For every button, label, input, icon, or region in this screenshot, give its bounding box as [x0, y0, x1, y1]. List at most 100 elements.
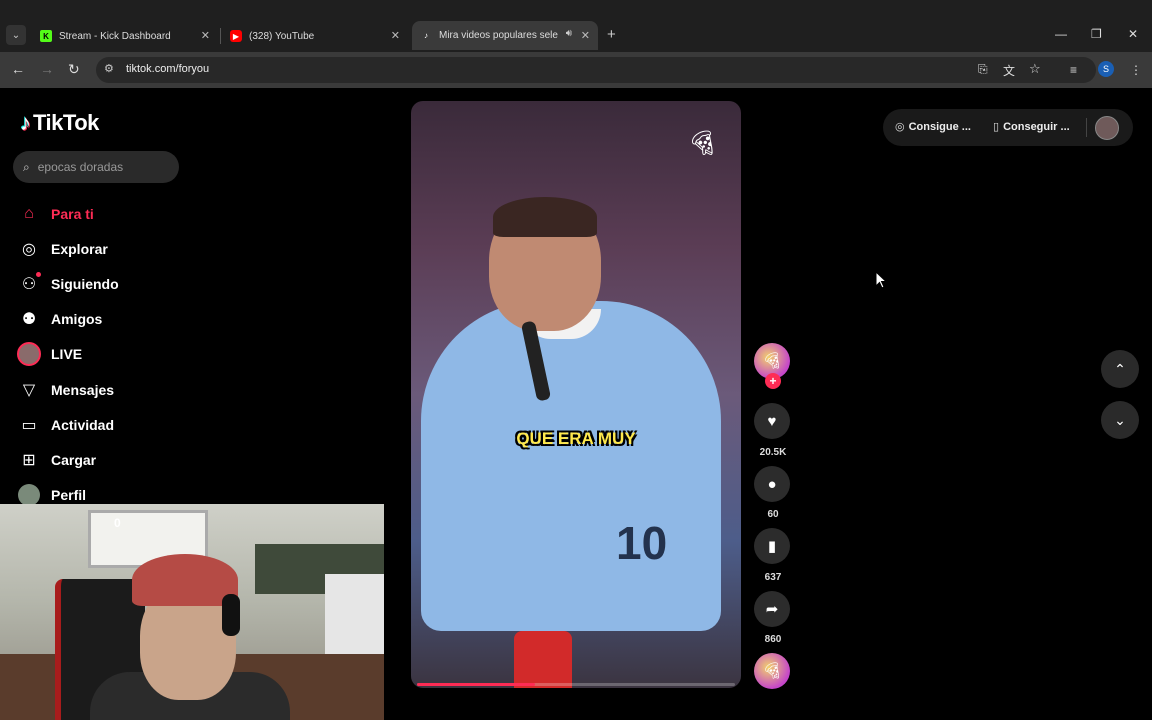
close-window-icon[interactable]: ✕ [1128, 27, 1138, 41]
music-disc-icon[interactable]: 🍕︎ [754, 653, 790, 689]
sidebar-item-siguiendo[interactable]: ⚇ Siguiendo [16, 266, 119, 301]
install-app-icon[interactable]: ⎘ [978, 62, 988, 77]
browser-toolbar: ← → ↻ ⚙ tiktok.com/foryou ⎘ 文 ☆ ≡ ⋮ [0, 52, 1152, 88]
activity-icon: ▭ [21, 416, 37, 434]
following-icon: ⚇ [16, 271, 42, 294]
search-bar[interactable]: ⌕ [13, 151, 179, 183]
get-coins-button[interactable]: ◎ Consigue ... [895, 120, 971, 134]
sidebar-item-cargar[interactable]: ⊞ Cargar [16, 442, 119, 477]
sidebar-item-label: Cargar [51, 451, 97, 468]
tab-tiktok[interactable]: ♪ Mira videos populares sele 🔊︎ ✕ [412, 21, 598, 50]
sidebar-item-label: Perfil [51, 487, 87, 504]
bookmark-star-icon[interactable]: ☆ [1029, 61, 1041, 77]
reload-icon[interactable]: ↻ [68, 61, 80, 78]
video-progress-bar[interactable] [417, 683, 735, 686]
menu-kebab-icon[interactable]: ⋮ [1130, 63, 1142, 77]
friends-icon: ⚉ [21, 311, 37, 329]
like-count: 20.5K [759, 447, 787, 458]
forward-icon[interactable]: → [40, 61, 54, 77]
share-count: 860 [764, 634, 782, 645]
top-right-header: ◎ Consigue ... ▯ Conseguir ... [883, 109, 1133, 146]
home-icon: ⌂ [24, 204, 34, 222]
close-icon[interactable]: ✕ [581, 29, 590, 42]
sidebar-item-explorar[interactable]: ◎ Explorar [16, 231, 119, 266]
heart-icon: ♥ [767, 412, 777, 430]
comment-icon: ● [767, 475, 777, 493]
video-player[interactable]: 10 🍕︎ QUE ERA MUY [411, 101, 741, 688]
video-caption: QUE ERA MUY [516, 429, 636, 448]
translate-icon[interactable]: 文 [1003, 62, 1015, 79]
get-coins-label: Consigue ... [908, 120, 971, 133]
chevron-down-icon: ⌄ [1114, 411, 1126, 428]
get-app-button[interactable]: ▯ Conseguir ... [993, 120, 1070, 134]
search-icon[interactable]: ⌕ [23, 160, 30, 175]
restore-icon[interactable]: ❐ [1091, 27, 1102, 41]
previous-video-button[interactable]: ⌃ [1101, 350, 1139, 388]
like-button[interactable]: ♥ [754, 403, 790, 439]
new-tab-button[interactable]: + [607, 26, 616, 43]
sidebar-item-label: Explorar [51, 240, 108, 257]
tiktok-icon: ♪ [424, 31, 428, 40]
next-video-button[interactable]: ⌄ [1101, 401, 1139, 439]
speaker-icon[interactable]: 🔊︎ [566, 28, 572, 39]
save-count: 637 [764, 572, 782, 583]
notification-dot [36, 271, 41, 277]
upload-icon: ⊞ [22, 451, 36, 469]
sidebar-item-label: Mensajes [51, 381, 115, 398]
chevron-up-icon: ⌃ [1114, 360, 1126, 377]
sidebar-item-label: Siguiendo [51, 275, 119, 292]
tiktok-logo[interactable]: ♪ TikTok [20, 110, 99, 136]
address-bar[interactable]: ⚙ tiktok.com/foryou ⎘ 文 ☆ [96, 57, 1096, 83]
minimize-icon[interactable]: — [1055, 27, 1067, 41]
tab-youtube[interactable]: ▶ (328) YouTube ✕ [222, 23, 408, 49]
logo-text: TikTok [33, 110, 99, 135]
close-icon[interactable]: ✕ [201, 29, 210, 42]
tab-title: (328) YouTube [249, 30, 315, 42]
tab-title: Stream - Kick Dashboard [59, 30, 171, 42]
video-person-body [421, 301, 721, 631]
sidebar-item-label: Actividad [51, 416, 115, 433]
webcam-headset [222, 594, 240, 636]
save-button[interactable]: ▮ [754, 528, 790, 564]
get-app-label: Conseguir ... [1003, 120, 1070, 133]
browser-profile-avatar[interactable]: S [1098, 61, 1114, 77]
search-input[interactable] [37, 160, 158, 174]
sidebar-item-actividad[interactable]: ▭ Actividad [16, 407, 119, 442]
kick-icon: K [40, 30, 52, 42]
follow-plus-icon[interactable]: + [765, 373, 781, 389]
coin-icon: ◎ [895, 121, 905, 133]
browser-tab-strip: ⌄ K Stream - Kick Dashboard ✕ ▶ (328) Yo… [0, 0, 1152, 52]
send-icon: ▽ [22, 381, 36, 399]
comment-button[interactable]: ● [754, 466, 790, 502]
youtube-icon: ▶ [230, 30, 242, 42]
close-icon[interactable]: ✕ [391, 29, 400, 42]
sidebar-nav: ⌂ Para ti ◎ Explorar ⚇ Siguiendo ⚉ Amigo… [16, 196, 119, 513]
live-avatar-icon [16, 342, 42, 367]
sidebar-item-label: Amigos [51, 311, 103, 328]
sidebar-item-label: LIVE [51, 346, 83, 363]
video-progress-fill [417, 683, 535, 686]
tiktok-note-icon: ♪ [20, 110, 31, 135]
sidebar-item-label: Para ti [51, 205, 94, 222]
media-control-icon[interactable]: ≡ [1070, 63, 1077, 77]
webcam-overlay: 0 [0, 504, 384, 720]
sidebar-item-para-ti[interactable]: ⌂ Para ti [16, 196, 119, 231]
sidebar-item-live[interactable]: LIVE [16, 337, 119, 372]
url-text: tiktok.com/foryou [126, 63, 210, 75]
tab-title: Mira videos populares sele [439, 30, 558, 41]
header-divider [1086, 118, 1087, 137]
back-icon[interactable]: ← [11, 61, 25, 77]
site-info-icon[interactable]: ⚙ [104, 62, 114, 75]
tab-search-button[interactable]: ⌄ [6, 25, 26, 45]
share-icon: ➦ [765, 601, 779, 618]
comment-count: 60 [767, 509, 779, 520]
video-soda-can [514, 631, 572, 688]
compass-icon: ◎ [22, 240, 36, 258]
user-avatar[interactable] [1095, 116, 1119, 140]
sidebar-item-amigos[interactable]: ⚉ Amigos [16, 302, 119, 337]
bookmark-icon: ▮ [767, 538, 777, 555]
share-button[interactable]: ➦ [754, 591, 790, 627]
sidebar-item-mensajes[interactable]: ▽ Mensajes [16, 372, 119, 407]
tab-kick-dashboard[interactable]: K Stream - Kick Dashboard ✕ [32, 23, 218, 49]
profile-avatar-icon [16, 484, 42, 507]
